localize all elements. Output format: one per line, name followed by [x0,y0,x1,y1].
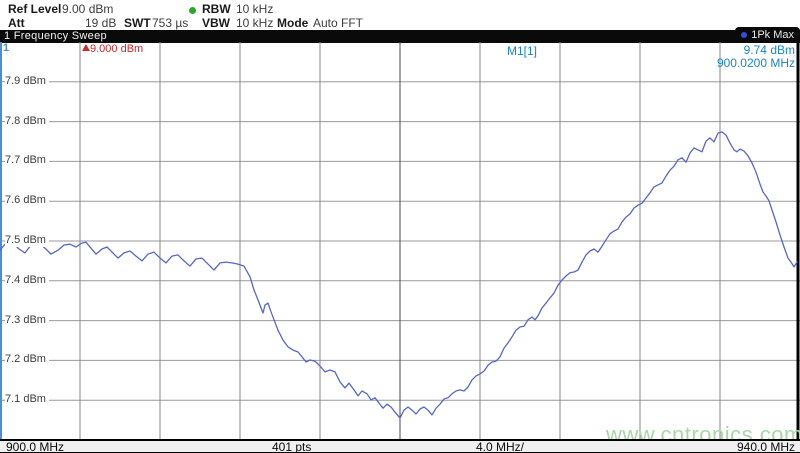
span-per-div[interactable]: 4.0 MHz/ [476,442,524,453]
ref-level-marker-text: 9.000 dBm [90,43,143,55]
marker-clip-indicator: 1 [3,42,9,54]
y-axis-tick-label: 7.7 dBm [5,154,49,167]
marker-name[interactable]: M1[1] [507,44,537,58]
y-axis-tick-label: 7.4 dBm [5,274,49,287]
y-axis-tick-label: 7.3 dBm [5,314,49,327]
y-axis-tick-label: 7.9 dBm [5,75,49,88]
x-axis-bar: 900.0 MHz 401 pts 4.0 MHz/ 940.0 MHz [0,439,800,453]
y-axis-tick-label: 7.2 dBm [5,353,49,366]
marker-level: 9.74 dBm [744,43,795,57]
marker-frequency: 900.0200 MHz [717,56,795,70]
spectrum-analyzer-screen: Ref Level 9.00 dBm RBW 10 kHz Att 19 dB … [0,0,800,453]
y-axis-tick-label: 7.8 dBm [5,115,49,128]
y-axis-tick-label: 7.5 dBm [5,234,49,247]
start-frequency[interactable]: 900.0 MHz [6,442,64,453]
y-axis-tick-label: 7.1 dBm [5,393,49,406]
trace-line [0,132,797,418]
stop-frequency[interactable]: 940.0 MHz [737,442,795,453]
ref-level-arrow-icon [82,44,90,51]
y-axis-tick-label: 7.6 dBm [5,194,49,207]
sweep-points[interactable]: 401 pts [272,442,311,453]
chart-canvas [0,0,800,453]
